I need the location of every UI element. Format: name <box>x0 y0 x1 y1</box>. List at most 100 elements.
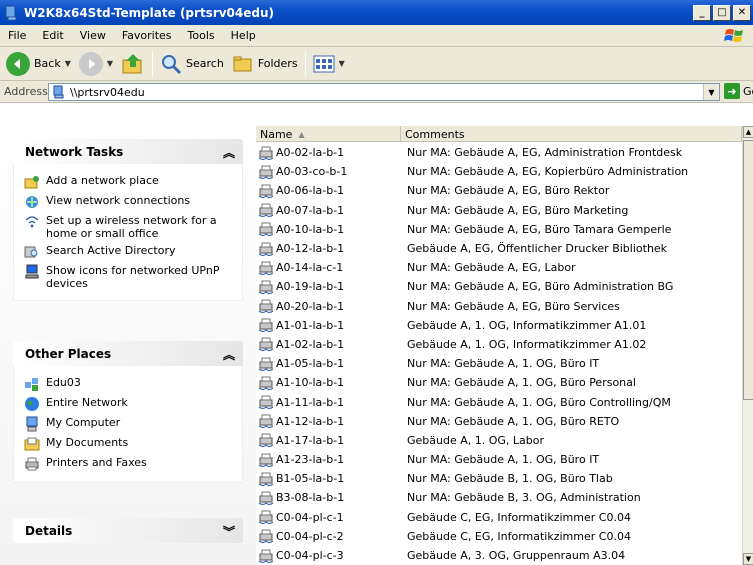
printer-name-cell[interactable]: A0-07-la-b-1 <box>256 202 401 218</box>
printer-name-cell[interactable]: A0-10-la-b-1 <box>256 221 401 237</box>
printer-name-cell[interactable]: A0-02-la-b-1 <box>256 145 401 161</box>
table-row[interactable]: C0-04-pl-c-3 Gebäude A, 3. OG, Gruppenrau… <box>256 546 742 565</box>
computer-icon <box>26 416 38 432</box>
printer-name-cell[interactable]: A0-20-la-b-1 <box>256 298 401 314</box>
task-add-network-place[interactable]: Add a network place <box>24 174 236 190</box>
table-row[interactable]: A1-05-la-b-1 Nur MA: Gebäude A, 1. OG, Bü… <box>256 354 742 373</box>
column-header-name[interactable]: Name ▲ <box>256 126 401 142</box>
printer-name-cell[interactable]: A0-14-la-c-1 <box>256 260 401 276</box>
column-header-comments[interactable]: Comments <box>401 126 742 142</box>
go-button[interactable]: ➜ Go <box>724 83 753 99</box>
table-row[interactable]: A1-17-la-b-1 Gebäude A, 1. OG, Labor <box>256 431 742 450</box>
collapse-icon[interactable]: ︽ <box>223 346 235 363</box>
folders-button[interactable]: Folders <box>228 50 302 78</box>
table-row[interactable]: A1-02-la-b-1 Gebäude A, 1. OG, Informatik… <box>256 335 742 354</box>
printer-name-cell[interactable]: C0-04-pl-c-1 <box>256 509 401 525</box>
printer-name-cell[interactable]: A0-03-co-b-1 <box>256 164 401 180</box>
other-places-panel: Other Places ︽ Edu03 Entire Network My C… <box>13 341 243 483</box>
menu-file[interactable]: File <box>0 29 34 42</box>
printer-name-cell[interactable]: B1-05-la-b-1 <box>256 471 401 487</box>
menu-edit[interactable]: Edit <box>34 29 71 42</box>
network-tasks-header[interactable]: Network Tasks ︽ <box>13 139 243 164</box>
other-places-header[interactable]: Other Places ︽ <box>13 341 243 366</box>
printer-name-cell[interactable]: A0-19-la-b-1 <box>256 279 401 295</box>
table-row[interactable]: A0-20-la-b-1 Nur MA: Gebäude A, EG, Büro … <box>256 297 742 316</box>
scroll-thumb[interactable] <box>743 140 753 400</box>
printer-comment: Nur MA: Gebäude A, EG, Büro Rektor <box>407 184 610 198</box>
printer-name-cell[interactable]: A1-01-la-b-1 <box>256 317 401 333</box>
printer-name-cell[interactable]: C0-04-pl-c-3 <box>256 548 401 564</box>
shared-printer-icon <box>258 453 274 467</box>
table-row[interactable]: A0-12-la-b-1 Gebäude A, EG, Öffentlicher … <box>256 239 742 258</box>
printer-comment: Nur MA: Gebäude A, 1. OG, Büro Controlli… <box>407 395 671 409</box>
vertical-scrollbar[interactable]: ▲ ▼ <box>742 126 753 565</box>
chevron-down-icon[interactable]: ▼ <box>65 59 71 68</box>
table-row[interactable]: A1-11-la-b-1 Nur MA: Gebäude A, 1. OG, Bü… <box>256 392 742 411</box>
printer-name-cell[interactable]: A1-23-la-b-1 <box>256 452 401 468</box>
scroll-up-button[interactable]: ▲ <box>743 126 753 138</box>
table-row[interactable]: A0-14-la-c-1 Nur MA: Gebäude A, EG, Labor <box>256 258 742 277</box>
table-row[interactable]: A1-12-la-b-1 Nur MA: Gebäude A, 1. OG, Bü… <box>256 412 742 431</box>
table-row[interactable]: A0-19-la-b-1 Nur MA: Gebäude A, EG, Büro … <box>256 277 742 296</box>
back-button[interactable]: Back ▼ <box>2 50 75 78</box>
task-label: Set up a wireless network for a home or … <box>46 214 217 240</box>
table-row[interactable]: B1-05-la-b-1 Nur MA: Gebäude B, 1. OG, Bü… <box>256 469 742 488</box>
printer-name-cell[interactable]: A1-17-la-b-1 <box>256 432 401 448</box>
printer-comment: Nur MA: Gebäude A, EG, Büro Administrati… <box>407 280 674 294</box>
address-dropdown-button[interactable]: ▼ <box>703 84 719 100</box>
details-header[interactable]: Details ︾ <box>13 518 243 543</box>
menu-view[interactable]: View <box>72 29 114 42</box>
printer-name-cell[interactable]: B3-08-la-b-1 <box>256 490 401 506</box>
printer-name-cell[interactable]: A1-02-la-b-1 <box>256 336 401 352</box>
printer-name-cell[interactable]: A1-05-la-b-1 <box>256 356 401 372</box>
table-row[interactable]: A1-01-la-b-1 Gebäude A, 1. OG, Informatik… <box>256 316 742 335</box>
menu-favorites[interactable]: Favorites <box>114 29 180 42</box>
place-my-computer[interactable]: My Computer <box>24 416 236 432</box>
printer-comment: Gebäude A, 1. OG, Informatikzimmer A1.02 <box>407 337 647 351</box>
table-row[interactable]: A0-03-co-b-1 Nur MA: Gebäude A, EG, Kopie… <box>256 162 742 181</box>
task-show-upnp[interactable]: Show icons for networked UPnP devices <box>24 264 236 290</box>
chevron-down-icon[interactable]: ▼ <box>339 59 345 68</box>
add-network-place-icon <box>24 176 39 189</box>
table-row[interactable]: A1-23-la-b-1 Nur MA: Gebäude A, 1. OG, Bü… <box>256 450 742 469</box>
printer-name-cell[interactable]: C0-04-pl-c-2 <box>256 528 401 544</box>
expand-icon[interactable]: ︾ <box>223 523 235 540</box>
menu-help[interactable]: Help <box>223 29 264 42</box>
search-button[interactable]: Search <box>156 50 228 78</box>
place-printers-faxes[interactable]: Printers and Faxes <box>24 456 236 472</box>
collapse-icon[interactable]: ︽ <box>223 144 235 161</box>
table-row[interactable]: B3-08-la-b-1 Nur MA: Gebäude B, 3. OG, Ad… <box>256 488 742 507</box>
up-folder-button[interactable] <box>117 50 149 78</box>
forward-button[interactable]: ▼ <box>75 50 117 78</box>
table-row[interactable]: A0-02-la-b-1 Nur MA: Gebäude A, EG, Admin… <box>256 143 742 162</box>
printer-name-cell[interactable]: A0-12-la-b-1 <box>256 241 401 257</box>
menu-tools[interactable]: Tools <box>180 29 223 42</box>
table-row[interactable]: C0-04-pl-c-2 Gebäude C, EG, Informatikzim… <box>256 527 742 546</box>
table-row[interactable]: C0-04-pl-c-1 Gebäude C, EG, Informatikzim… <box>256 508 742 527</box>
place-edu03[interactable]: Edu03 <box>24 376 236 392</box>
printer-name-cell[interactable]: A1-12-la-b-1 <box>256 413 401 429</box>
minimize-button[interactable]: _ <box>693 4 711 21</box>
table-row[interactable]: A0-06-la-b-1 Nur MA: Gebäude A, EG, Büro … <box>256 181 742 200</box>
table-row[interactable]: A1-10-la-b-1 Nur MA: Gebäude A, 1. OG, Bü… <box>256 373 742 392</box>
chevron-down-icon[interactable]: ▼ <box>107 59 113 68</box>
printer-name-cell[interactable]: A0-06-la-b-1 <box>256 183 401 199</box>
place-entire-network[interactable]: Entire Network <box>24 396 236 412</box>
views-button[interactable]: ▼ <box>309 50 349 78</box>
maximize-button[interactable]: □ <box>713 4 731 21</box>
address-input[interactable]: \\prtsrv04edu ▼ <box>48 83 720 101</box>
title-bar[interactable]: W2K8x64Std-Template (prtsrv04edu) _ □ ✕ <box>0 0 753 25</box>
scroll-down-button[interactable]: ▼ <box>743 553 753 565</box>
table-row[interactable]: A0-07-la-b-1 Nur MA: Gebäude A, EG, Büro … <box>256 201 742 220</box>
task-view-network-connections[interactable]: View network connections <box>24 194 236 210</box>
printer-name-cell[interactable]: A1-11-la-b-1 <box>256 394 401 410</box>
printer-comment: Nur MA: Gebäude B, 3. OG, Administration <box>407 491 641 505</box>
close-button[interactable]: ✕ <box>733 4 751 21</box>
table-row[interactable]: A0-10-la-b-1 Nur MA: Gebäude A, EG, Büro … <box>256 220 742 239</box>
task-setup-wireless[interactable]: Set up a wireless network for a home or … <box>24 214 236 240</box>
task-search-ad[interactable]: Search Active Directory <box>24 244 236 260</box>
place-label: My Documents <box>46 436 129 449</box>
printer-name: A0-03-co-b-1 <box>276 165 348 179</box>
printer-name-cell[interactable]: A1-10-la-b-1 <box>256 375 401 391</box>
place-my-documents[interactable]: My Documents <box>24 436 236 452</box>
